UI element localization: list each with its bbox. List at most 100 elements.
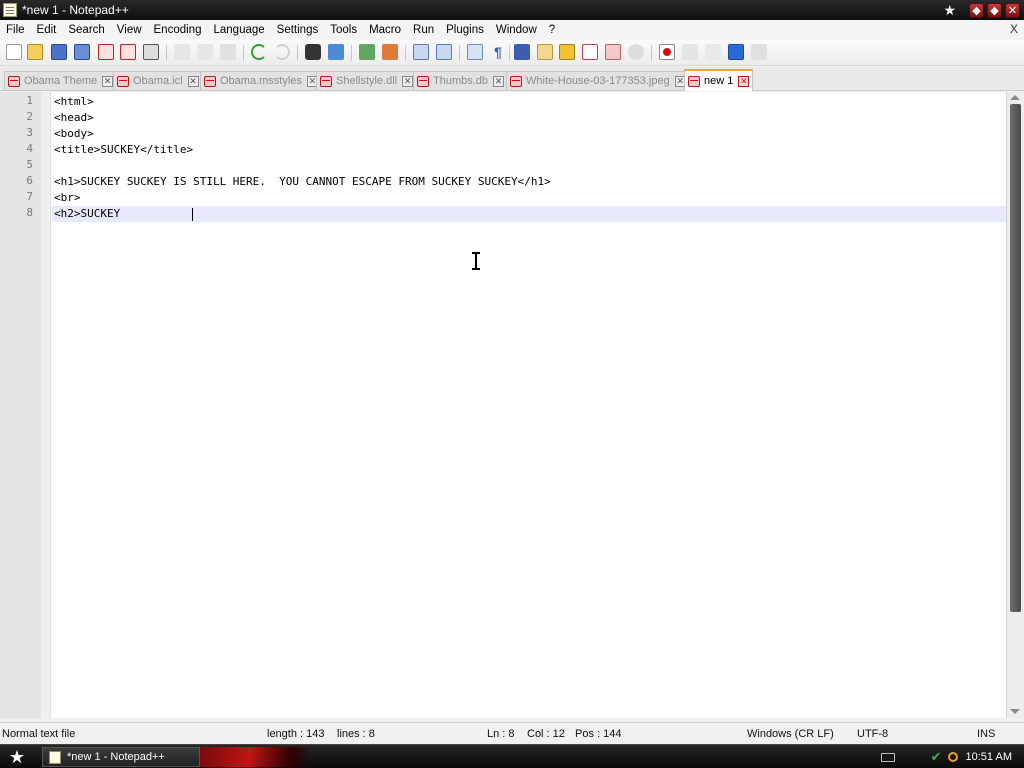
show-all-chars-icon[interactable]: ¶ — [490, 44, 506, 60]
scroll-up-icon[interactable] — [1010, 95, 1020, 100]
tab-label: White-House-03-177353.jpeg — [526, 75, 670, 87]
taskbar: ★ *new 1 - Notepad++ ✔ 10:51 AM — [0, 744, 1024, 768]
tab-close-icon[interactable]: ✕ — [102, 75, 114, 87]
folder-workspace-icon[interactable] — [605, 44, 621, 60]
toolbar-separator — [297, 45, 298, 61]
menu-edit[interactable]: Edit — [31, 24, 63, 36]
open-icon[interactable] — [27, 44, 43, 60]
code-area[interactable]: <html> <head> <body> <title>SUCKEY</titl… — [52, 92, 1008, 718]
line-number: 2 — [26, 110, 33, 123]
play-macro-icon[interactable] — [705, 44, 721, 60]
search-icon[interactable] — [947, 752, 958, 762]
undo-icon[interactable] — [251, 44, 267, 60]
tab-obama-theme[interactable]: Obama Theme ✕ — [4, 71, 118, 90]
line-number: 1 — [26, 94, 33, 107]
print-icon[interactable] — [143, 44, 159, 60]
star-icon: ★ — [943, 2, 956, 18]
tab-close-icon[interactable]: ✕ — [187, 75, 199, 87]
save-all-icon[interactable] — [74, 44, 90, 60]
code-line: <html> — [54, 95, 94, 108]
close-document-button[interactable]: X — [1010, 22, 1018, 36]
clock[interactable]: 10:51 AM — [966, 751, 1012, 763]
sync-h-icon[interactable] — [436, 44, 452, 60]
new-icon[interactable] — [6, 44, 22, 60]
menu-window[interactable]: Window — [490, 24, 543, 36]
doc-map-icon[interactable] — [559, 44, 575, 60]
menu-help[interactable]: ? — [543, 24, 561, 36]
save-macro-icon[interactable] — [751, 44, 767, 60]
tab-close-icon[interactable]: ✕ — [402, 75, 414, 87]
vertical-scrollbar[interactable] — [1006, 92, 1024, 718]
record-macro-icon[interactable] — [659, 44, 675, 60]
status-ln: Ln : 8 — [487, 728, 515, 740]
minimize-button[interactable]: ◆ — [969, 3, 984, 18]
menu-run[interactable]: Run — [407, 24, 440, 36]
tab-label: Obama.icl — [133, 75, 183, 87]
run-multiple-icon[interactable] — [728, 44, 744, 60]
copy-icon[interactable] — [197, 44, 213, 60]
tab-thumbs-db[interactable]: Thumbs.db ✕ — [413, 71, 509, 90]
tab-white-house-jpeg[interactable]: White-House-03-177353.jpeg ✕ — [506, 71, 690, 90]
cut-icon[interactable] — [174, 44, 190, 60]
tab-obama-msstyles[interactable]: Obama.msstyles ✕ — [200, 71, 322, 90]
tab-label: Obama Theme — [24, 75, 98, 87]
menu-view[interactable]: View — [111, 24, 148, 36]
udl-icon[interactable] — [537, 44, 553, 60]
window-controls: ★ ◆ ◆ ✕ — [943, 2, 1020, 19]
tab-label: Obama.msstyles — [220, 75, 302, 87]
start-button[interactable]: ★ — [6, 747, 28, 767]
code-line: <body> — [54, 127, 94, 140]
check-icon[interactable]: ✔ — [931, 749, 942, 765]
code-line: <br> — [54, 191, 81, 204]
close-all-icon[interactable] — [120, 44, 136, 60]
redo-icon[interactable] — [274, 44, 290, 60]
code-line: <head> — [54, 111, 94, 124]
file-icon — [510, 75, 522, 87]
menu-settings[interactable]: Settings — [271, 24, 325, 36]
scroll-thumb[interactable] — [1010, 104, 1021, 612]
toolbar-separator — [405, 45, 406, 61]
menu-file[interactable]: File — [0, 24, 31, 36]
menu-encoding[interactable]: Encoding — [148, 24, 208, 36]
tab-shellstyle-dll[interactable]: Shellstyle.dll ✕ — [316, 71, 418, 90]
tab-label: new 1 — [704, 75, 734, 87]
tab-close-icon[interactable]: ✕ — [493, 75, 505, 87]
status-length: length : 143 — [267, 728, 325, 740]
status-col: Col : 12 — [527, 728, 565, 740]
menu-macro[interactable]: Macro — [363, 24, 407, 36]
line-number: 7 — [26, 190, 33, 203]
monitor-icon[interactable] — [628, 44, 644, 60]
indent-guide-icon[interactable] — [514, 44, 530, 60]
text-caret — [192, 208, 193, 221]
file-icon — [688, 75, 700, 87]
close-window-button[interactable]: ✕ — [1005, 3, 1020, 18]
save-icon[interactable] — [51, 44, 67, 60]
replace-icon[interactable] — [328, 44, 344, 60]
zoom-in-icon[interactable] — [359, 44, 375, 60]
taskbar-notepad-button[interactable]: *new 1 - Notepad++ — [42, 747, 200, 767]
menu-language[interactable]: Language — [207, 24, 270, 36]
menu-tools[interactable]: Tools — [324, 24, 363, 36]
find-icon[interactable] — [305, 44, 321, 60]
paste-icon[interactable] — [220, 44, 236, 60]
zoom-out-icon[interactable] — [382, 44, 398, 60]
function-list-icon[interactable] — [582, 44, 598, 60]
wrap-icon[interactable] — [467, 44, 483, 60]
stop-macro-icon[interactable] — [682, 44, 698, 60]
keyboard-icon[interactable] — [880, 752, 895, 762]
sync-v-icon[interactable] — [413, 44, 429, 60]
line-number: 5 — [26, 158, 33, 171]
status-encoding: UTF-8 — [857, 728, 889, 740]
tab-close-icon[interactable]: ✕ — [738, 75, 750, 87]
taskbar-decoration — [200, 747, 310, 767]
file-icon — [320, 75, 332, 87]
scroll-down-icon[interactable] — [1010, 709, 1020, 714]
notepad-app-icon — [49, 750, 61, 764]
tab-new-1[interactable]: new 1 ✕ — [684, 69, 754, 91]
tab-obama-icl[interactable]: Obama.icl ✕ — [113, 71, 203, 90]
menu-search[interactable]: Search — [62, 24, 110, 36]
close-icon[interactable] — [98, 44, 114, 60]
maximize-button[interactable]: ◆ — [987, 3, 1002, 18]
menu-plugins[interactable]: Plugins — [440, 24, 490, 36]
status-lines: lines : 8 — [337, 728, 375, 740]
